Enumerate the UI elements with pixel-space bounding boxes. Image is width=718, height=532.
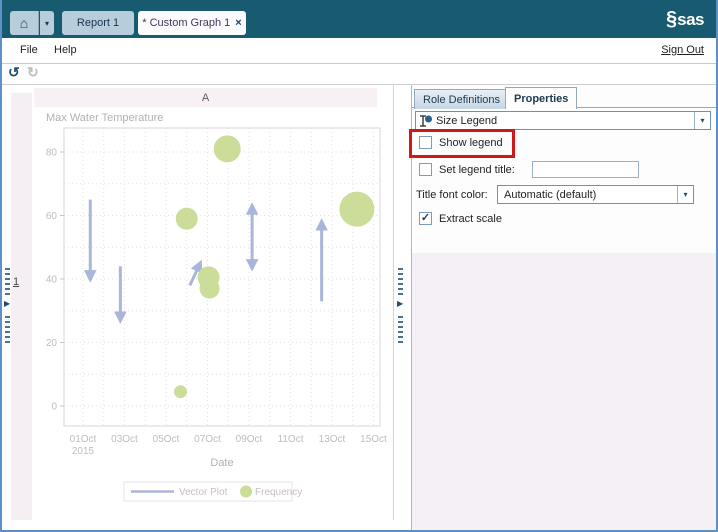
size-legend-icon xyxy=(420,114,432,127)
tab-report-1[interactable]: Report 1 xyxy=(62,11,134,35)
svg-text:0: 0 xyxy=(51,402,57,413)
svg-text:Vector Plot: Vector Plot xyxy=(179,487,228,498)
left-expand-icon[interactable]: ▶ xyxy=(4,299,10,308)
highlight-box xyxy=(409,129,515,158)
right-expand-icon[interactable]: ▶ xyxy=(397,299,403,308)
set-legend-title-checkbox[interactable] xyxy=(419,163,432,176)
extract-scale-label: Extract scale xyxy=(439,213,502,225)
extract-scale-checkbox[interactable]: ✓ xyxy=(419,212,432,225)
title-font-color-value: Automatic (default) xyxy=(504,188,597,201)
svg-text:09Oct: 09Oct xyxy=(236,434,263,445)
row-header-strip xyxy=(11,93,32,520)
undo-icon[interactable]: ↺ xyxy=(8,64,20,81)
sign-out-link[interactable]: Sign Out xyxy=(661,44,704,56)
svg-text:11Oct: 11Oct xyxy=(278,434,304,445)
vector-layer xyxy=(83,199,328,325)
svg-text:07Oct: 07Oct xyxy=(194,434,221,445)
home-button[interactable]: ⌂ xyxy=(10,11,39,35)
redo-icon[interactable]: ↻ xyxy=(27,64,39,81)
panel-tab-bar: Role Definitions Properties xyxy=(412,85,716,109)
svg-text:80: 80 xyxy=(46,148,58,159)
svg-text:15Oct: 15Oct xyxy=(360,434,387,445)
app-window: ⌂ ▾ Report 1 * Custom Graph 1 × § sas Fi… xyxy=(0,0,718,532)
sas-logo-text: sas xyxy=(677,9,704,29)
right-splitter-handle[interactable] xyxy=(398,268,403,295)
chart-svg: 0 20 40 60 80 01Oct2015 03Oct 05Oct 07Oct 09Oct 11… xyxy=(46,112,387,502)
chevron-down-icon: ▾ xyxy=(694,112,710,129)
menu-file[interactable]: File xyxy=(20,44,38,56)
tab-custom-graph-1[interactable]: * Custom Graph 1 × xyxy=(138,11,246,35)
svg-text:2015: 2015 xyxy=(72,446,95,457)
column-header-label: A xyxy=(201,91,210,104)
top-bar: ⌂ ▾ Report 1 * Custom Graph 1 × § sas xyxy=(2,0,716,38)
legend-title-input[interactable] xyxy=(532,161,639,178)
tab-properties[interactable]: Properties xyxy=(505,87,578,109)
title-font-color-dropdown[interactable]: Automatic (default) ▾ xyxy=(497,185,694,204)
gridlines xyxy=(64,128,380,426)
svg-text:Date: Date xyxy=(210,457,233,469)
chevron-down-icon: ▾ xyxy=(677,186,693,203)
set-legend-title-label: Set legend title: xyxy=(439,164,515,176)
title-font-color-label: Title font color: xyxy=(416,189,488,201)
svg-text:Frequency: Frequency xyxy=(255,487,302,498)
column-header-a: A xyxy=(34,88,377,107)
toolbar: ↺ ↻ xyxy=(2,64,716,85)
tab-report-label: Report 1 xyxy=(76,17,120,29)
svg-text:40: 40 xyxy=(46,275,58,286)
svg-text:13Oct: 13Oct xyxy=(319,434,346,445)
right-splitter-handle-2[interactable] xyxy=(398,316,403,343)
left-splitter-handle[interactable] xyxy=(5,268,10,295)
svg-text:05Oct: 05Oct xyxy=(153,434,180,445)
tab-role-definitions-label: Role Definitions xyxy=(423,93,501,106)
canvas-right-border xyxy=(393,85,394,520)
tab-role-definitions[interactable]: Role Definitions xyxy=(414,89,510,109)
property-selector-value: Size Legend xyxy=(436,114,498,127)
menu-bar: File Help Sign Out xyxy=(2,38,716,64)
bubble-layer xyxy=(174,135,375,399)
chevron-down-icon: ▾ xyxy=(44,18,49,28)
home-dropdown-button[interactable]: ▾ xyxy=(40,11,54,35)
left-splitter-handle-2[interactable] xyxy=(5,316,10,343)
svg-text:03Oct: 03Oct xyxy=(111,434,138,445)
svg-text:01Oct: 01Oct xyxy=(70,434,97,445)
svg-text:60: 60 xyxy=(46,211,58,222)
sas-logo-glyph: § xyxy=(666,8,678,30)
svg-text:20: 20 xyxy=(46,338,58,349)
svg-text:Max Water Temperature: Max Water Temperature xyxy=(46,112,163,124)
property-selector-dropdown[interactable]: Size Legend ▾ xyxy=(415,111,711,130)
row-number-label: 1 xyxy=(13,276,20,288)
chart-canvas: 0 20 40 60 80 01Oct 2015 03Oct 05Oct 07Oct 09Oct 11… xyxy=(34,108,393,520)
menu-help[interactable]: Help xyxy=(54,44,77,56)
properties-panel: Role Definitions Properties Size Legend … xyxy=(409,85,716,530)
home-icon: ⌂ xyxy=(19,15,29,31)
close-icon[interactable]: × xyxy=(235,17,241,29)
tab-properties-label: Properties xyxy=(514,92,569,105)
chart-legend: Vector Plot Frequency xyxy=(123,481,302,502)
sas-logo: § sas xyxy=(666,8,704,31)
tab-graph-label: * Custom Graph 1 xyxy=(142,17,231,29)
